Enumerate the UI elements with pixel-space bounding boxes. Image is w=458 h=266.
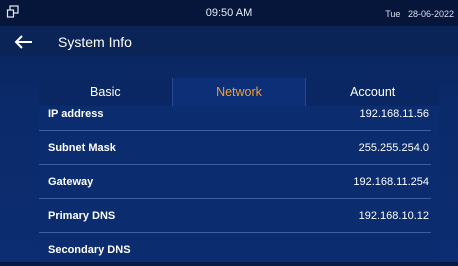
secondary-dns-label: Secondary DNS [48,244,131,256]
gateway-value: 192.168.11.254 [353,176,429,188]
gateway-label: Gateway [48,176,94,188]
network-info-list: IP address 192.168.11.56 Subnet Mask 255… [39,104,439,266]
row-ip-address: IP address 192.168.11.56 [39,104,431,131]
status-date: Tue 28-06-2022 [385,9,454,19]
row-secondary-dns: Secondary DNS [39,233,431,266]
row-primary-dns: Primary DNS 192.168.10.12 [39,199,431,233]
screen: 09:50 AM Tue 28-06-2022 System Info Basi… [0,0,458,262]
tab-network[interactable]: Network [172,78,307,106]
tab-bar: Basic Network Account [39,78,439,106]
ip-address-label: IP address [48,108,104,120]
back-arrow-icon[interactable] [14,34,34,50]
tab-account[interactable]: Account [306,78,439,106]
tab-basic[interactable]: Basic [39,78,173,106]
row-subnet-mask: Subnet Mask 255.255.254.0 [39,131,431,165]
status-date-value: 28-06-2022 [407,9,454,19]
ip-address-value: 192.168.11.56 [359,108,429,120]
status-bar: 09:50 AM Tue 28-06-2022 [0,0,458,26]
status-day: Tue [385,9,401,19]
page-title: System Info [58,34,132,50]
primary-dns-label: Primary DNS [48,210,116,222]
row-gateway: Gateway 192.168.11.254 [39,165,431,199]
subnet-mask-value: 255.255.254.0 [358,142,429,154]
subnet-mask-label: Subnet Mask [48,142,116,154]
primary-dns-value: 192.168.10.12 [358,210,429,222]
title-bar: System Info [0,26,458,56]
